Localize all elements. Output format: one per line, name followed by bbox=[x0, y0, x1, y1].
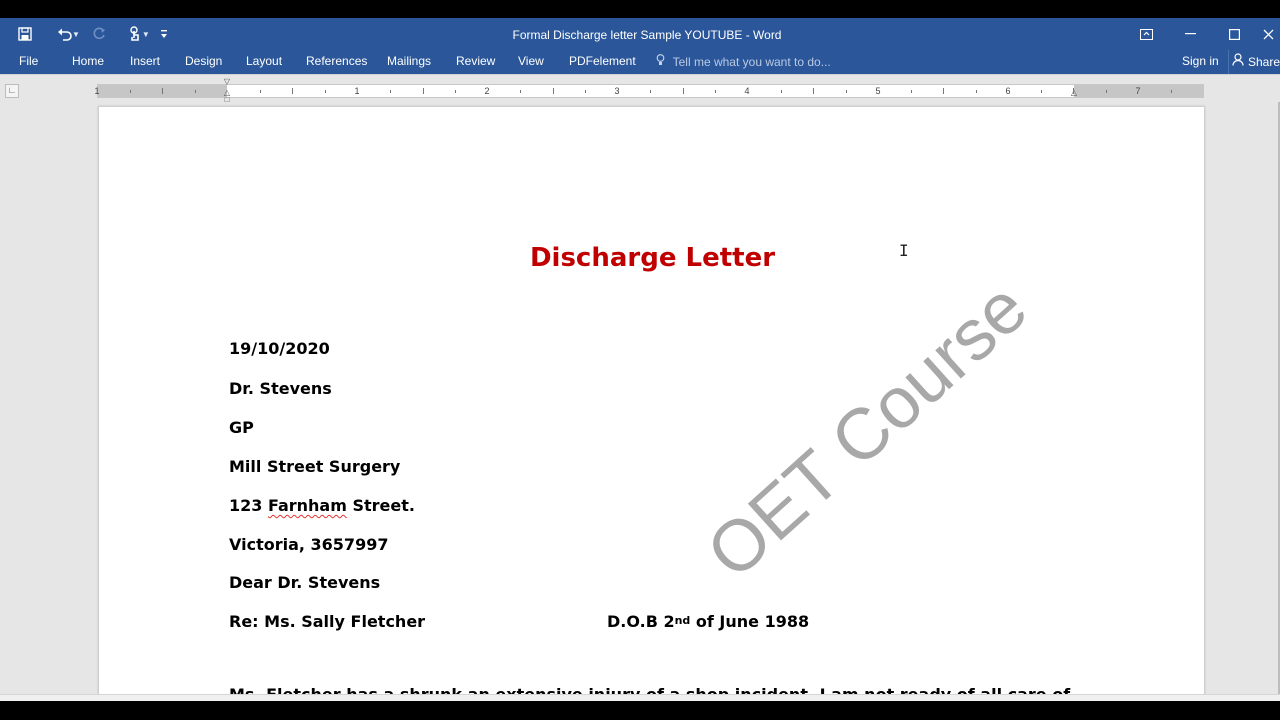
street-number: 123 bbox=[229, 496, 268, 515]
tab-home[interactable]: Home bbox=[72, 50, 104, 74]
ruler-tick bbox=[260, 90, 261, 93]
recipient-role: GP bbox=[229, 418, 254, 437]
ruler-tick bbox=[162, 88, 163, 94]
ruler-tick bbox=[943, 88, 944, 94]
tab-review[interactable]: Review bbox=[456, 50, 495, 74]
tab-selector-icon[interactable]: ∟ bbox=[5, 84, 19, 98]
document-area: Discharge Letter 19/10/2020 Dr. Stevens … bbox=[0, 102, 1280, 694]
ruler-tick bbox=[455, 90, 456, 93]
ruler-tick bbox=[585, 90, 586, 93]
first-line-indent-icon[interactable]: ▽ bbox=[222, 78, 232, 86]
sign-in-link[interactable]: Sign in bbox=[1182, 50, 1219, 74]
share-label: Share bbox=[1248, 55, 1280, 69]
ruler-tick bbox=[292, 88, 293, 94]
tab-references[interactable]: References bbox=[306, 50, 367, 74]
text-cursor-icon: I bbox=[899, 241, 909, 260]
ruler-tick bbox=[813, 88, 814, 94]
share-button[interactable]: Share bbox=[1228, 50, 1280, 74]
ruler-tick bbox=[911, 90, 912, 93]
window-title: Formal Discharge letter Sample YOUTUBE -… bbox=[512, 28, 782, 42]
dob-prefix: D.O.B 2 bbox=[607, 612, 675, 631]
ruler-tick bbox=[976, 90, 977, 93]
word-window: ▼ ▼ Formal Discharge letter Sample YOUTU… bbox=[0, 0, 1280, 720]
street-name-misspelled: Farnham bbox=[267, 496, 347, 515]
minimize-icon[interactable] bbox=[1168, 18, 1212, 50]
ruler-tick bbox=[130, 90, 131, 93]
tab-insert[interactable]: Insert bbox=[130, 50, 160, 74]
ruler-number: 7 bbox=[1135, 86, 1141, 96]
close-icon[interactable] bbox=[1256, 18, 1280, 50]
street-address: 123 Farnham Street. bbox=[229, 496, 415, 515]
ruler-bar: ∟ 1 1 2 3 4 5 6 7 ▽ △ □ △ bbox=[0, 74, 1280, 104]
dob-suffix: of June 1988 bbox=[690, 612, 810, 631]
lightbulb-icon bbox=[656, 54, 669, 69]
ribbon-tabs: File Home Insert Design Layout Reference… bbox=[0, 50, 1280, 74]
re-line: Re: Ms. Sally Fletcher D.O.B 2nd of June… bbox=[229, 612, 809, 631]
title-bar: ▼ ▼ Formal Discharge letter Sample YOUTU… bbox=[0, 18, 1280, 50]
ruler-number: 3 bbox=[614, 86, 620, 96]
horizontal-ruler[interactable]: 1 1 2 3 4 5 6 7 ▽ △ □ △ bbox=[94, 78, 1204, 104]
ruler-tick bbox=[1073, 88, 1074, 94]
ruler-tick bbox=[390, 90, 391, 93]
tab-pdfelement[interactable]: PDFelement bbox=[569, 50, 636, 74]
re-patient: Re: Ms. Sally Fletcher bbox=[229, 612, 426, 631]
letter-date: 19/10/2020 bbox=[229, 339, 330, 358]
ruler-number: 4 bbox=[744, 86, 750, 96]
tab-layout[interactable]: Layout bbox=[246, 50, 282, 74]
ruler-tick bbox=[520, 90, 521, 93]
ruler-tick bbox=[650, 90, 651, 93]
dob-ordinal: nd bbox=[674, 614, 691, 627]
recipient-name: Dr. Stevens bbox=[229, 379, 332, 398]
partial-paragraph: Ms. Fletcher has a shrunk an extensive i… bbox=[229, 685, 1070, 694]
ruler-tick bbox=[715, 90, 716, 93]
ruler-tick bbox=[1171, 90, 1172, 93]
ruler-tick bbox=[781, 90, 782, 93]
ruler-number: 2 bbox=[484, 86, 490, 96]
ruler-tick bbox=[423, 88, 424, 94]
ruler-tick bbox=[195, 90, 196, 93]
person-icon bbox=[1232, 53, 1244, 71]
tab-mailings[interactable]: Mailings bbox=[387, 50, 431, 74]
tab-view[interactable]: View bbox=[518, 50, 544, 74]
watermark: OET Course bbox=[692, 267, 1043, 594]
ruler-number: 1 bbox=[94, 86, 100, 96]
ruler-tick bbox=[1041, 90, 1042, 93]
document-page[interactable]: Discharge Letter 19/10/2020 Dr. Stevens … bbox=[98, 106, 1205, 694]
city-postcode: Victoria, 3657997 bbox=[229, 535, 389, 554]
ruler-number: 5 bbox=[875, 86, 881, 96]
tell-me-placeholder: Tell me what you want to do... bbox=[672, 55, 831, 69]
ribbon-display-options-icon[interactable] bbox=[1124, 18, 1168, 50]
ruler-tick bbox=[553, 88, 554, 94]
ruler-tick bbox=[846, 90, 847, 93]
ruler-tick bbox=[1106, 90, 1107, 93]
window-controls bbox=[1124, 18, 1280, 50]
tab-file[interactable]: File bbox=[19, 50, 38, 74]
maximize-icon[interactable] bbox=[1212, 18, 1256, 50]
status-bar bbox=[0, 694, 1280, 701]
ruler-tick bbox=[325, 90, 326, 93]
tell-me-box[interactable]: Tell me what you want to do... bbox=[656, 50, 831, 74]
salutation: Dear Dr. Stevens bbox=[229, 573, 381, 592]
dob-field: D.O.B 2nd of June 1988 bbox=[607, 612, 809, 631]
ruler-tick bbox=[683, 88, 684, 94]
right-indent-icon[interactable]: △ bbox=[1069, 89, 1079, 97]
ruler-number: 6 bbox=[1005, 86, 1011, 96]
practice-name: Mill Street Surgery bbox=[229, 457, 401, 476]
tab-design[interactable]: Design bbox=[185, 50, 222, 74]
letter-heading: Discharge Letter bbox=[529, 243, 776, 273]
ruler-number: 1 bbox=[354, 86, 360, 96]
screen-top-edge bbox=[0, 0, 1280, 18]
street-suffix: Street. bbox=[346, 496, 415, 515]
